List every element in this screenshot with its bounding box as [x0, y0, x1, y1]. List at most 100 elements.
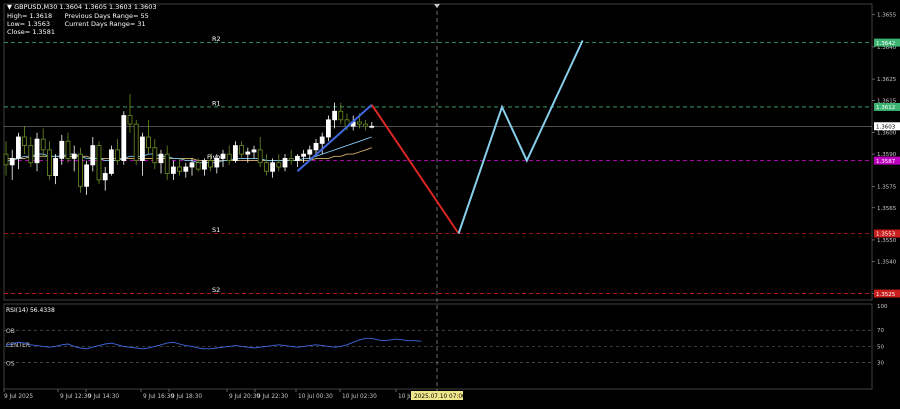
candle-body [288, 158, 294, 161]
projection-line [457, 40, 584, 234]
time-axis-label: 9 Jul 12:30 [60, 394, 91, 400]
candle-body [363, 123, 369, 127]
candle-body [270, 162, 276, 172]
price-axis-label: 1.3655 [877, 13, 897, 19]
candle-body [139, 136, 145, 161]
candle-body [170, 166, 176, 174]
rsi-ob-label: OB [6, 328, 15, 335]
candle-body [59, 140, 65, 159]
candle-body [53, 158, 58, 176]
price-axis-label: 1.3550 [877, 238, 897, 244]
rsi-center-label: CENTER [6, 342, 30, 349]
candle-body [115, 149, 120, 161]
price-axis-label: 1.3565 [877, 206, 897, 212]
rsi-title: RSI(14) 56.4338 [6, 307, 55, 314]
candle-body [276, 162, 282, 168]
rsi-axis-label: 50 [877, 344, 884, 350]
candle-body [338, 110, 344, 121]
candle-body [313, 143, 319, 151]
candle-body [183, 166, 189, 172]
candle-body [195, 162, 201, 170]
candle-body [220, 153, 226, 159]
candle-body [158, 153, 164, 164]
candle-body [332, 110, 338, 121]
price-axis-label: 1.3600 [877, 131, 897, 137]
candle-body [356, 121, 362, 125]
price-axis-label: 1.3575 [877, 184, 897, 190]
candle-body [301, 153, 307, 157]
chart-window: 1.3655 1.3640 1.3625 1.3615 1.3600 1.3590 1.35… [0, 0, 900, 405]
time-axis-label: 9 Jul 18:30 [171, 394, 202, 400]
candle-body [84, 164, 89, 187]
level-tag-text-pivot: 1.3587 [876, 159, 896, 165]
level-tag-text-s2: 1.3525 [876, 292, 896, 298]
ohlc-label: 1.3604 1.3605 1.3603 1.3603 [59, 3, 157, 11]
time-axis-label: 10 Jul 02:30 [342, 394, 377, 400]
time-axis-label: 9 Jul 16:30 [143, 394, 174, 400]
level-label-r2: R2 [212, 35, 221, 43]
candle-body [146, 136, 152, 149]
curr-range-label: Current Days Range= 31 [64, 20, 146, 28]
current-price-tag-text: 1.3603 [876, 124, 896, 130]
candle-body [78, 153, 83, 187]
time-axis-label: 9 Jul 22:30 [257, 394, 288, 400]
candle-body [102, 173, 108, 181]
stats-line-1: High= 1.3618 Previous Days Range= 55 [7, 12, 149, 20]
candle-body [245, 151, 251, 155]
symbol-label: GBPUSD,M30 [14, 3, 58, 11]
level-label-s2: S2 [212, 286, 220, 294]
candle-body [127, 115, 133, 125]
prev-range-label: Previous Days Range= 55 [64, 12, 149, 20]
price-axis-label: 1.3540 [877, 259, 897, 265]
candle-body [325, 119, 331, 138]
high-label: High= 1.3618 [7, 12, 53, 20]
time-axis-label: 9 Jul 2025 [4, 394, 33, 400]
time-axis-label: 9 Jul 14:30 [88, 394, 119, 400]
candle-body [214, 158, 220, 168]
candle-body [257, 149, 263, 164]
candle-body [96, 145, 102, 181]
candle-body [9, 158, 15, 166]
time-highlight-text: 2025.07.10 07:00 [414, 394, 466, 400]
candle-body [263, 162, 269, 172]
rsi-axis-label: 100 [877, 304, 888, 310]
candle-body [109, 149, 114, 174]
price-chart[interactable]: 1.36551.36401.36251.36151.36001.35901.35… [0, 0, 900, 405]
dropdown-arrow-icon[interactable]: ▼ [7, 3, 12, 11]
candle-body [28, 145, 34, 164]
candle-body [251, 149, 257, 153]
candle-body [189, 162, 195, 168]
time-axis-label: 9 Jul 20:30 [229, 394, 260, 400]
symbol-line: ▼ GBPUSD,M30 1.3604 1.3605 1.3603 1.3603 [7, 3, 157, 11]
level-tag-text-r1: 1.3612 [876, 105, 895, 111]
candle-body [232, 145, 238, 161]
candle-body [34, 138, 40, 164]
candle-body [177, 166, 183, 172]
rsi-axis-label: 70 [877, 328, 884, 334]
candle-body [71, 153, 77, 159]
stats-line-2: Low= 1.3563 Current Days Range= 31 [7, 20, 146, 28]
candle-body [208, 160, 214, 168]
candle-body [152, 147, 158, 164]
level-label-s1: S1 [212, 226, 220, 234]
candle-body [369, 125, 375, 128]
close-label: Close= 1.3581 [7, 28, 55, 36]
candle-body [226, 153, 232, 161]
stats-line-3: Close= 1.3581 [7, 28, 55, 36]
candle-body [15, 136, 21, 159]
candle-body [319, 136, 325, 144]
time-axis-label: 10 Jul 00:30 [298, 394, 333, 400]
level-label-r1: R1 [212, 99, 221, 107]
candle-body [90, 145, 96, 166]
level-tag-text-s1: 1.3553 [876, 232, 896, 238]
candle-body [201, 160, 207, 170]
candle-body [121, 115, 127, 161]
rsi-line [5, 337, 422, 350]
candle-body [239, 145, 245, 155]
rsi-os-label: OS [6, 361, 15, 368]
candle-body [294, 155, 300, 161]
level-tag-text-r2: 1.3642 [876, 41, 895, 47]
price-axis-label: 1.3625 [877, 77, 897, 83]
rsi-axis-label: 30 [877, 361, 884, 367]
candle-body [133, 123, 139, 161]
